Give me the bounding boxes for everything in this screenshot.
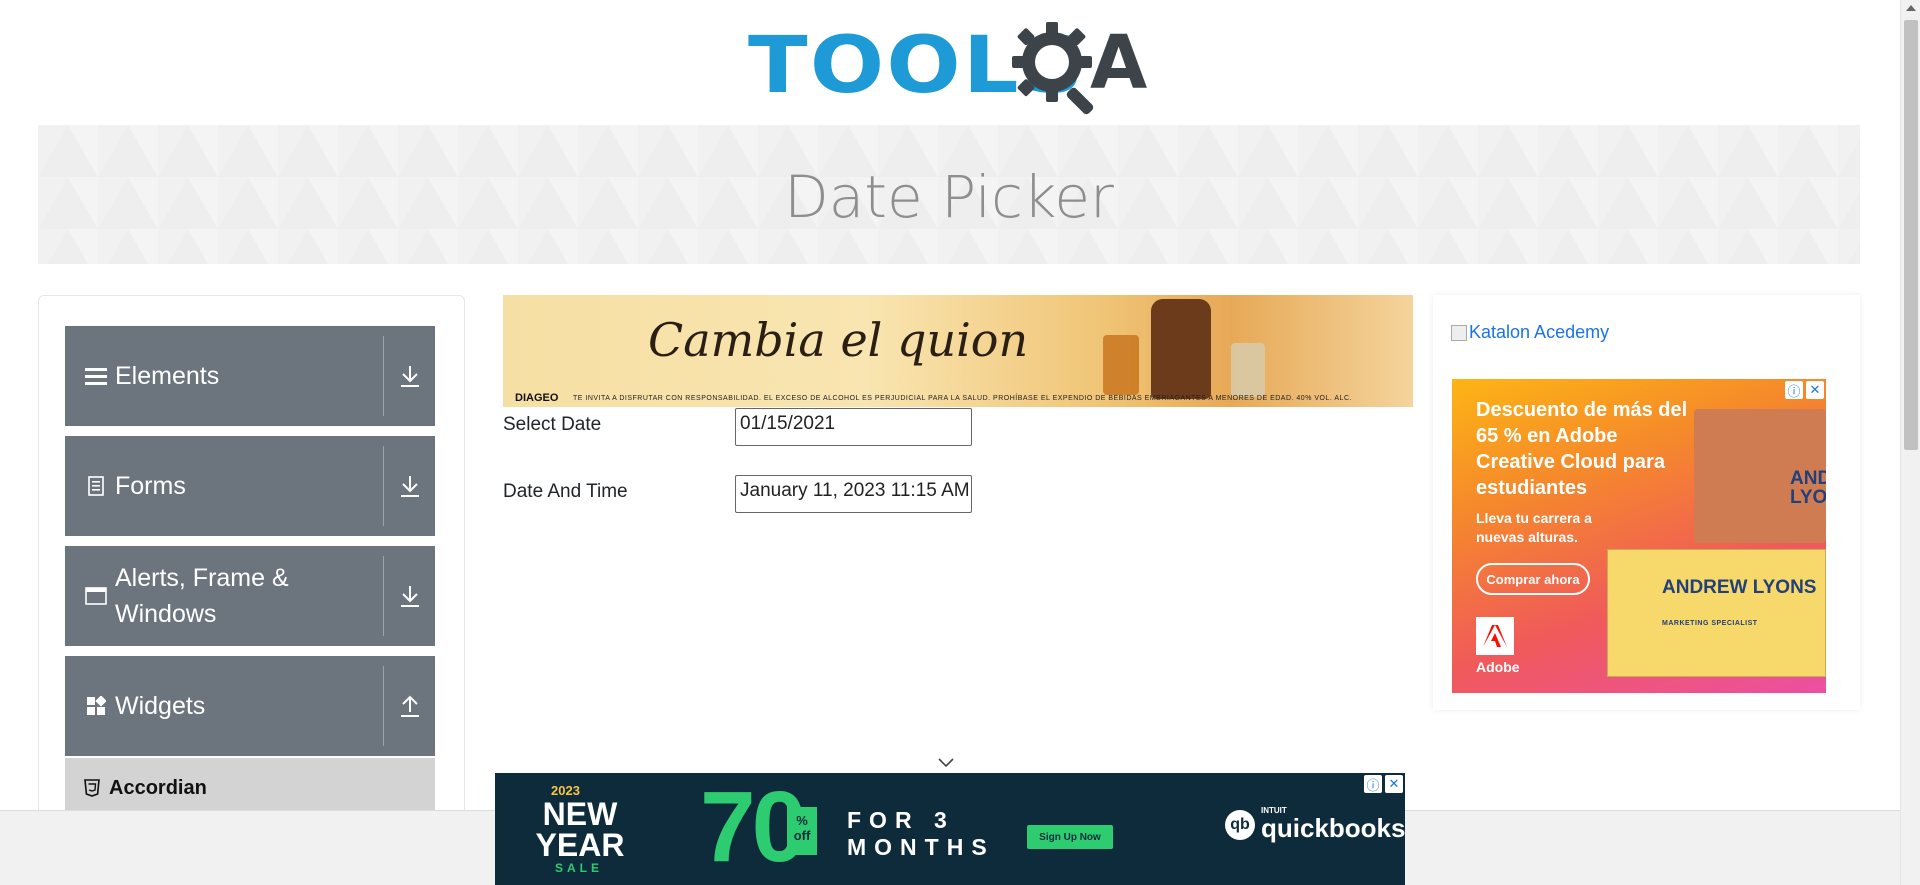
upload-arrow-icon[interactable] [397,693,423,719]
ad-headline: Cambia el quion [648,313,1029,367]
download-arrow-icon[interactable] [397,473,423,499]
sidebar-item-label: Accordian [109,776,207,799]
toolsqa-logo[interactable]: TOOLS A [748,18,1154,115]
ad-glass-graphic [1103,335,1139,395]
widgets-icon [85,695,107,717]
ad-controls: ⓘ ✕ [1364,775,1403,793]
nav-group-forms[interactable]: Forms [65,436,435,536]
nav-group-divider [383,336,384,416]
quickbooks-label: quickbooks [1261,813,1405,843]
quickbooks-logo: qb INTUIT quickbooks [1225,807,1405,842]
adobe-ad[interactable]: AND LYO Descuento de más del 65 % en Ado… [1452,379,1826,693]
ad-offer: FOR 3 MONTHS [847,807,995,860]
adobe-logo-icon [1476,617,1514,655]
hamburger-icon [85,365,107,387]
page-scrollbar[interactable] [1900,0,1920,885]
sidebar-item-accordian[interactable]: Accordian [65,758,435,818]
ad-cta-button[interactable]: Comprar ahora [1476,563,1590,595]
download-arrow-icon[interactable] [397,583,423,609]
select-date-input[interactable]: 01/15/2021 [735,408,972,446]
nav-group-divider [383,666,384,746]
ad-headline: Descuento de más del 65 % en Adobe Creat… [1476,399,1688,499]
ad-glass-graphic [1231,343,1265,397]
right-sidebar: Katalon Acedemy AND LYO Descuento de más… [1433,295,1860,710]
quickbooks-mark-icon: qb [1225,809,1255,840]
scrollbar-thumb[interactable] [1904,20,1918,450]
document-icon [85,475,107,497]
left-nav-panel: Elements Forms Alerts, Frame & Windows W… [38,295,465,885]
ad-name-partial: AND LYO [1790,468,1826,508]
date-time-input[interactable]: January 11, 2023 11:15 AM [735,475,972,513]
ad-close-icon[interactable]: ✕ [1385,775,1403,793]
ad-banner-top[interactable]: Cambia el quion DIAGEO TE INVITA A DISFR… [503,295,1413,407]
page-title: Date Picker [784,163,1114,231]
nav-group-label: Forms [115,472,186,500]
ad-controls: ⓘ ✕ [1785,381,1824,399]
window-icon [85,585,107,607]
logo-text-a: A [1090,20,1148,106]
ad-brand: DIAGEO [515,392,559,404]
katalon-academy-link[interactable]: Katalon Acedemy [1451,322,1609,343]
html5-shield-icon [84,779,100,797]
ad-info-icon[interactable]: ⓘ [1785,381,1803,399]
ad-card-name: ANDREW LYONS [1662,577,1817,598]
ad-brand: Adobe [1476,659,1520,675]
ad-new-year: NEW YEAR [535,796,625,863]
chevron-down-icon[interactable] [937,757,955,769]
nav-group-label: Elements [115,362,220,390]
quickbooks-ad[interactable]: 2023 NEW YEAR SALE 70 % off FOR 3 MONTHS… [495,773,1405,885]
ad-sale: SALE [555,861,604,875]
ad-info-icon[interactable]: ⓘ [1364,775,1382,793]
nav-group-widgets[interactable]: Widgets [65,656,435,756]
ad-bottle-graphic [1151,299,1211,399]
nav-group-divider [383,446,384,526]
ad-subline: Lleva tu carrera a nuevas alturas. [1476,510,1592,545]
date-time-label: Date And Time [503,481,628,502]
nav-group-elements[interactable]: Elements [65,326,435,426]
ad-card-role: MARKETING SPECIALIST [1662,620,1758,627]
select-date-label: Select Date [503,414,602,435]
page: TOOLS A Date Picker Elements Forms Alert… [0,0,1920,885]
ad-percent-off: % off [787,807,817,855]
katalon-academy-alt-text: Katalon Acedemy [1469,322,1610,342]
broken-image-icon [1451,324,1467,341]
page-banner: Date Picker [38,125,1860,264]
nav-group-divider [383,556,384,636]
scroll-up-arrow-icon[interactable] [1906,5,1916,11]
nav-group-label: Widgets [115,692,206,720]
ad-name-card: ANDREW LYONS MARKETING SPECIALIST [1607,549,1826,677]
download-arrow-icon[interactable] [397,363,423,389]
nav-group-label: Alerts, Frame & Windows [115,564,289,628]
ad-fine-print: TE INVITA A DISFRUTAR CON RESPONSABILIDA… [573,395,1352,402]
nav-group-alerts-frame-windows[interactable]: Alerts, Frame & Windows [65,546,435,646]
ad-close-icon[interactable]: ✕ [1806,381,1824,399]
ad-signup-button[interactable]: Sign Up Now [1027,825,1113,849]
